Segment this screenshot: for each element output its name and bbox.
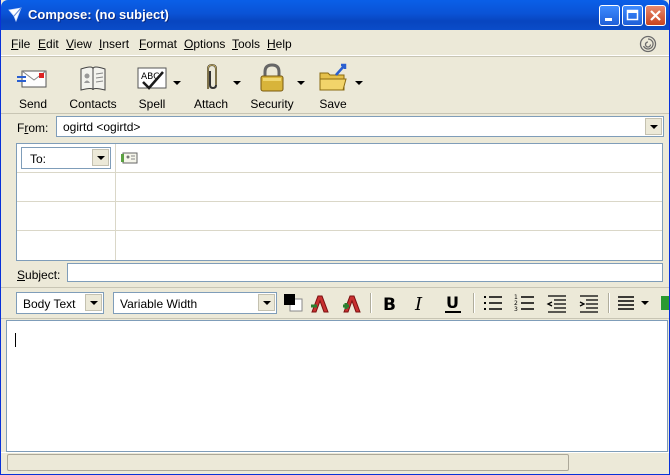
- attach-label: Attach: [193, 97, 229, 111]
- maximize-icon: [626, 9, 639, 21]
- recipient-row[interactable]: [17, 173, 662, 202]
- bold-icon[interactable]: B: [378, 292, 402, 314]
- contacts-label: Contacts: [69, 97, 117, 111]
- close-button[interactable]: [645, 5, 666, 26]
- recipient-list: To:: [16, 143, 663, 261]
- send-label: Send: [18, 97, 48, 111]
- svg-text:U: U: [446, 293, 459, 312]
- toolbar-separator: [473, 293, 475, 313]
- menu-format[interactable]: Format: [139, 37, 177, 51]
- menu-view[interactable]: View: [66, 37, 92, 51]
- menu-edit[interactable]: Edit: [38, 37, 59, 51]
- smaller-font-icon[interactable]: [308, 292, 332, 314]
- from-account-value: ogirtd <ogirtd>: [63, 120, 141, 134]
- from-account-select[interactable]: ogirtd <ogirtd>: [56, 116, 664, 137]
- save-dropdown-arrow[interactable]: [355, 81, 363, 85]
- padlock-icon: [260, 63, 284, 92]
- larger-font-icon[interactable]: [340, 292, 364, 314]
- address-book-icon: [80, 66, 106, 91]
- subject-label: Subject:: [17, 268, 61, 282]
- message-body-editor[interactable]: [6, 320, 668, 452]
- security-label: Security: [250, 97, 294, 111]
- contacts-button[interactable]: Contacts: [67, 59, 119, 111]
- bullet-list-icon[interactable]: [481, 292, 505, 314]
- font-value: Variable Width: [120, 297, 198, 311]
- status-bar: [1, 452, 669, 475]
- compose-window: Compose: (no subject) File Edit View Ins…: [0, 0, 670, 475]
- recipient-row[interactable]: [17, 231, 662, 260]
- outdent-icon[interactable]: [545, 292, 569, 314]
- alignment-dropdown-arrow[interactable]: [641, 301, 649, 305]
- insert-menu-icon[interactable]: [661, 296, 669, 310]
- menu-bar: File Edit View Insert Format Options Too…: [1, 31, 669, 56]
- attach-dropdown-arrow[interactable]: [233, 81, 241, 85]
- save-label: Save: [319, 97, 347, 111]
- save-folder-icon: [319, 63, 347, 91]
- close-icon: [650, 10, 661, 21]
- menu-insert[interactable]: Insert: [99, 37, 129, 51]
- status-pane: [7, 454, 569, 471]
- menu-help[interactable]: Help: [267, 37, 292, 51]
- title-bar[interactable]: Compose: (no subject): [1, 0, 669, 30]
- throbber-icon: [639, 35, 657, 53]
- recipient-row[interactable]: To:: [17, 144, 662, 173]
- recipient-type-value: To:: [30, 152, 47, 166]
- from-dropdown-button[interactable]: [645, 118, 662, 135]
- compose-app-icon: [8, 7, 22, 23]
- minimize-button[interactable]: [599, 5, 620, 26]
- svg-text:3: 3: [514, 306, 518, 313]
- font-dropdown-button[interactable]: [258, 294, 275, 311]
- italic-icon[interactable]: I: [410, 292, 434, 314]
- subject-input[interactable]: [67, 263, 663, 282]
- minimize-icon: [605, 18, 612, 21]
- window-title: Compose: (no subject): [28, 7, 169, 22]
- underline-icon[interactable]: U: [442, 292, 466, 314]
- text-color-icon[interactable]: [281, 292, 305, 314]
- spell-label: Spell: [138, 97, 166, 111]
- paragraph-style-select[interactable]: Body Text: [16, 292, 104, 314]
- recipient-row[interactable]: [17, 202, 662, 231]
- alignment-icon[interactable]: [615, 292, 639, 314]
- toolbar-separator: [608, 293, 610, 313]
- paperclip-icon: [207, 63, 217, 90]
- save-button[interactable]: Save: [311, 59, 355, 111]
- menu-tools[interactable]: Tools: [232, 37, 260, 51]
- svg-text:I: I: [414, 294, 423, 314]
- security-button[interactable]: Security: [247, 59, 297, 111]
- menu-options[interactable]: Options: [184, 37, 225, 51]
- spell-dropdown-arrow[interactable]: [173, 81, 181, 85]
- svg-text:B: B: [383, 295, 396, 314]
- recipient-column-divider: [115, 144, 116, 260]
- attach-button[interactable]: Attach: [189, 59, 233, 111]
- paragraph-style-dropdown-button[interactable]: [85, 294, 102, 311]
- maximize-button[interactable]: [622, 5, 643, 26]
- from-label: From:: [17, 121, 49, 135]
- send-button[interactable]: Send: [7, 59, 59, 111]
- font-select[interactable]: Variable Width: [113, 292, 277, 314]
- address-card-icon: [121, 152, 138, 164]
- compose-toolbar: Send Contacts ABC Spell Attach Security …: [1, 56, 669, 114]
- format-toolbar: Body Text Variable Width B I U 1 2 3: [1, 287, 669, 319]
- paragraph-style-value: Body Text: [23, 297, 76, 311]
- indent-icon[interactable]: [577, 292, 601, 314]
- recipient-type-dropdown-button[interactable]: [92, 149, 109, 166]
- security-dropdown-arrow[interactable]: [297, 81, 305, 85]
- recipient-type-select[interactable]: To:: [21, 147, 111, 169]
- spell-button[interactable]: ABC Spell: [127, 59, 177, 111]
- numbered-list-icon[interactable]: 1 2 3: [513, 292, 537, 314]
- toolbar-separator: [370, 293, 372, 313]
- send-icon: [17, 70, 47, 88]
- menu-file[interactable]: File: [11, 37, 30, 51]
- spellcheck-icon: ABC: [137, 67, 167, 90]
- text-caret: [15, 333, 16, 347]
